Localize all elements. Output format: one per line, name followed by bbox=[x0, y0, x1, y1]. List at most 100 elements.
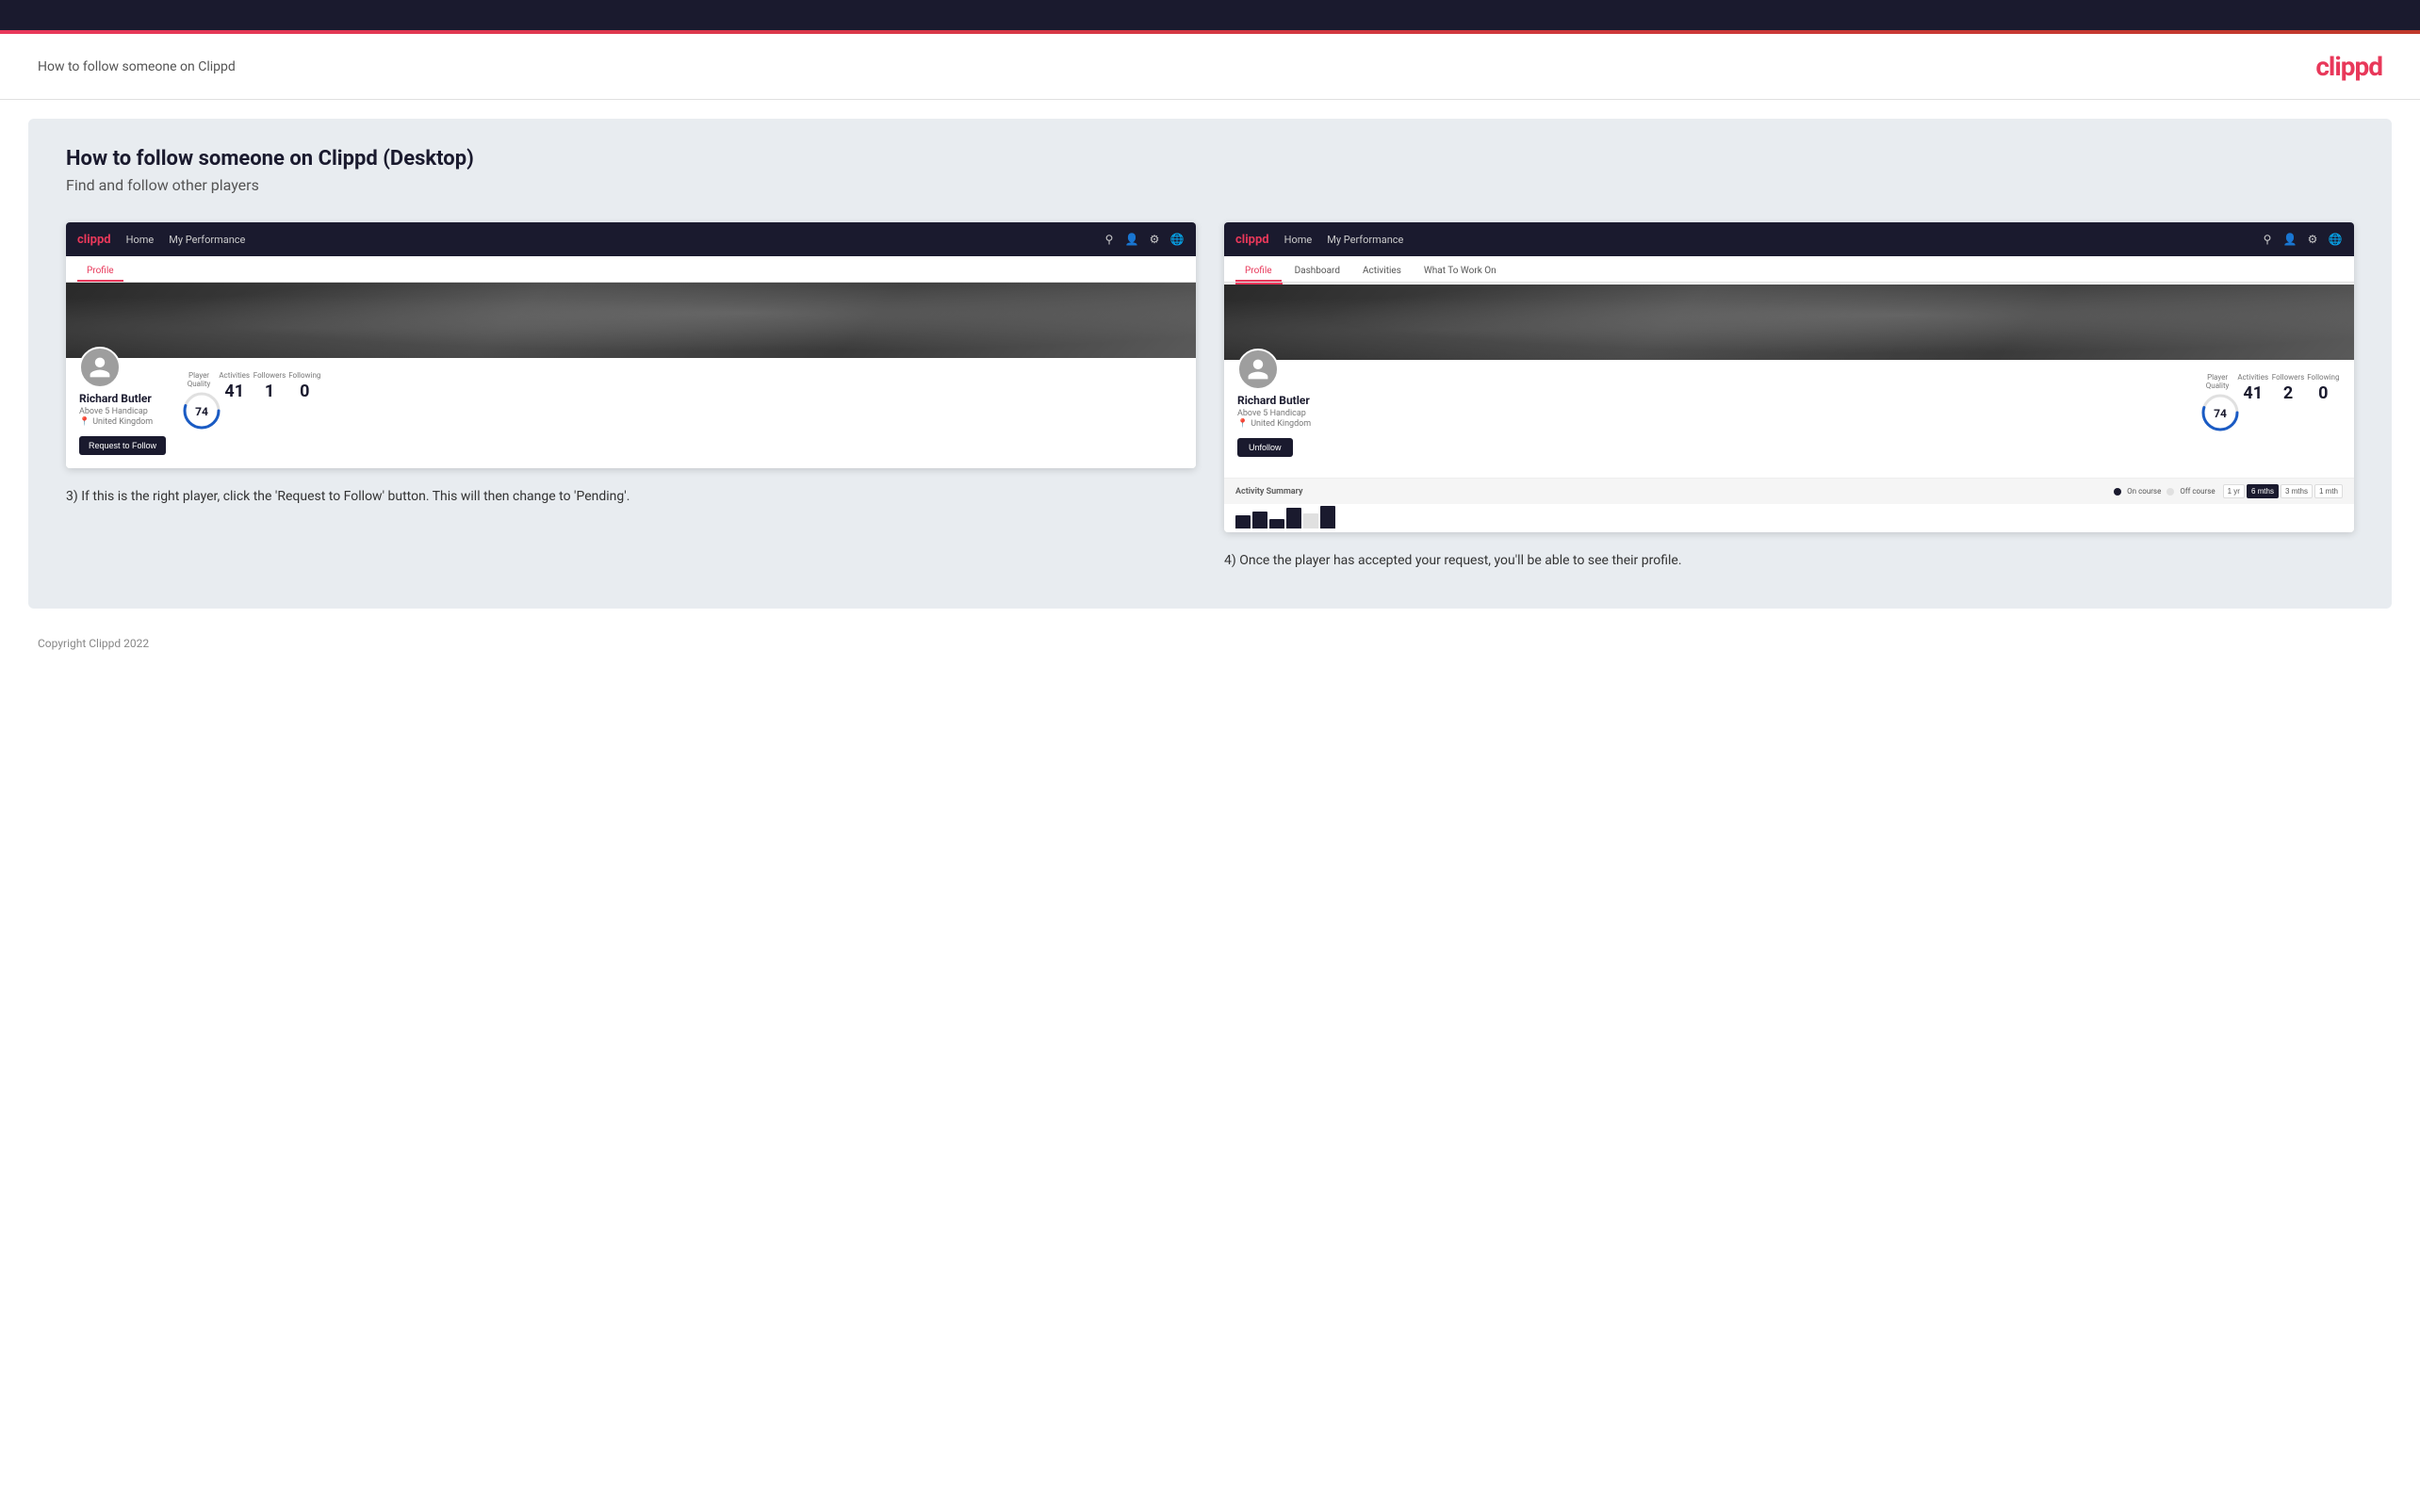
avatar-icon-2 bbox=[1246, 357, 1270, 382]
user-icon-2[interactable]: 👤 bbox=[2282, 232, 2297, 247]
tab-whattoworkon-2[interactable]: What To Work On bbox=[1414, 262, 1506, 282]
ss-activity-bar: Activity Summary On course Off course 1 … bbox=[1224, 478, 2354, 504]
ss-avatar-1 bbox=[79, 347, 121, 388]
ss-stat-followers-1: Followers 1 bbox=[252, 371, 286, 426]
page-subheading: Find and follow other players bbox=[66, 176, 2354, 194]
ss-profile-area-1: Richard Butler Above 5 Handicap 📍 United… bbox=[66, 358, 1196, 468]
period-6mths[interactable]: 6 mths bbox=[2247, 484, 2279, 498]
ss-hero-2 bbox=[1224, 285, 2354, 360]
ss-chart-preview bbox=[1224, 504, 2354, 532]
user-icon-1[interactable]: 👤 bbox=[1124, 232, 1139, 247]
ss-handicap-1: Above 5 Handicap bbox=[79, 407, 166, 416]
ss-following-label-1: Following bbox=[287, 371, 322, 380]
search-icon-1[interactable]: ⚲ bbox=[1102, 232, 1117, 247]
legend-on-course-label: On course bbox=[2127, 487, 2161, 496]
ss-activities-label-1: Activities bbox=[217, 371, 252, 380]
bar-2 bbox=[1252, 512, 1267, 528]
ss-tabbar-1: Profile bbox=[66, 256, 1196, 283]
period-3mths[interactable]: 3 mths bbox=[2281, 484, 2313, 498]
top-bar bbox=[0, 0, 2420, 30]
ss-nav-myperformance-1[interactable]: My Performance bbox=[169, 234, 245, 246]
main-content: How to follow someone on Clippd (Desktop… bbox=[28, 119, 2392, 609]
tab-dashboard-2[interactable]: Dashboard bbox=[1285, 262, 1349, 282]
avatar-icon-1 bbox=[88, 355, 112, 380]
ss-nav-myperformance-2[interactable]: My Performance bbox=[1327, 234, 1403, 246]
location-icon-2: 📍 bbox=[1237, 419, 1248, 429]
ss-nav-icons-1: ⚲ 👤 ⚙ 🌐 bbox=[1102, 232, 1185, 247]
ss-hero-overlay-1 bbox=[66, 283, 1196, 358]
ss-hero-1 bbox=[66, 283, 1196, 358]
description-1: 3) If this is the right player, click th… bbox=[66, 487, 1196, 507]
ss-navbar-2: clippd Home My Performance ⚲ 👤 ⚙ 🌐 bbox=[1224, 222, 2354, 256]
legend-on-course-dot bbox=[2114, 488, 2121, 496]
footer-copyright: Copyright Clippd 2022 bbox=[38, 637, 149, 650]
ss-hero-overlay-2 bbox=[1224, 285, 2354, 360]
globe-icon-2[interactable]: 🌐 bbox=[2328, 232, 2343, 247]
ss-avatar-2 bbox=[1237, 349, 1279, 390]
ss-nav-home-2[interactable]: Home bbox=[1284, 234, 1313, 246]
legend-off-course-label: Off course bbox=[2180, 487, 2215, 496]
settings-icon-2[interactable]: ⚙ bbox=[2305, 232, 2320, 247]
bar-4 bbox=[1286, 508, 1301, 528]
unfollow-button[interactable]: Unfollow bbox=[1237, 438, 1293, 457]
quality-circle-svg-1: 74 bbox=[181, 390, 222, 431]
ss-followers-label-2: Followers bbox=[2270, 373, 2305, 382]
tab-activities-2[interactable]: Activities bbox=[1353, 262, 1411, 282]
screenshot-block-1: clippd Home My Performance ⚲ 👤 ⚙ 🌐 Profi… bbox=[66, 222, 1196, 571]
ss-handicap-2: Above 5 Handicap bbox=[1237, 409, 2184, 418]
ss-quality-label-1: Player Quality bbox=[181, 371, 217, 388]
legend-off-course-dot bbox=[2167, 488, 2174, 496]
ss-quality-label-2: Player Quality bbox=[2199, 373, 2235, 390]
ss-logo-1: clippd bbox=[77, 233, 111, 247]
bar-5 bbox=[1303, 513, 1318, 528]
globe-icon-1[interactable]: 🌐 bbox=[1169, 232, 1185, 247]
bar-6 bbox=[1320, 506, 1335, 528]
page-heading: How to follow someone on Clippd (Desktop… bbox=[66, 147, 2354, 171]
ss-name-2: Richard Butler bbox=[1237, 394, 2184, 407]
search-icon-2[interactable]: ⚲ bbox=[2260, 232, 2275, 247]
tab-profile-2[interactable]: Profile bbox=[1235, 262, 1282, 282]
period-1mth[interactable]: 1 mth bbox=[2314, 484, 2343, 498]
ss-legend: On course Off course bbox=[2114, 487, 2215, 496]
ss-period-buttons: 1 yr 6 mths 3 mths 1 mth bbox=[2223, 484, 2343, 498]
ss-stats-row-2: Player Quality 74 Ac bbox=[2199, 373, 2341, 428]
ss-stat-quality-2: Player Quality 74 bbox=[2199, 373, 2235, 428]
ss-location-2: 📍 United Kingdom bbox=[1237, 419, 2184, 429]
svg-text:74: 74 bbox=[2214, 407, 2227, 420]
period-1yr[interactable]: 1 yr bbox=[2223, 484, 2245, 498]
bar-3 bbox=[1269, 519, 1284, 528]
settings-icon-1[interactable]: ⚙ bbox=[1147, 232, 1162, 247]
ss-followers-value-1: 1 bbox=[252, 382, 286, 401]
ss-stat-followers-2: Followers 2 bbox=[2270, 373, 2305, 428]
screenshots-row: clippd Home My Performance ⚲ 👤 ⚙ 🌐 Profi… bbox=[66, 222, 2354, 571]
bar-1 bbox=[1235, 515, 1251, 528]
ss-nav-home-1[interactable]: Home bbox=[126, 234, 155, 246]
screenshot-frame-2: clippd Home My Performance ⚲ 👤 ⚙ 🌐 Profi… bbox=[1224, 222, 2354, 532]
ss-activity-summary-label: Activity Summary bbox=[1235, 487, 1302, 496]
ss-location-1: 📍 United Kingdom bbox=[79, 417, 166, 427]
ss-activity-right: On course Off course 1 yr 6 mths 3 mths … bbox=[2114, 484, 2343, 498]
tab-profile-1[interactable]: Profile bbox=[77, 262, 123, 282]
ss-following-label-2: Following bbox=[2306, 373, 2341, 382]
profile-info-col-2: Richard Butler Above 5 Handicap 📍 United… bbox=[1237, 369, 2184, 464]
quality-circle-svg-2: 74 bbox=[2199, 392, 2241, 433]
ss-following-value-2: 0 bbox=[2306, 383, 2341, 403]
ss-logo-2: clippd bbox=[1235, 233, 1269, 247]
request-to-follow-button[interactable]: Request to Follow bbox=[79, 436, 166, 455]
ss-name-1: Richard Butler bbox=[79, 392, 166, 405]
svg-text:74: 74 bbox=[195, 405, 208, 418]
ss-followers-value-2: 2 bbox=[2270, 383, 2305, 403]
ss-activities-label-2: Activities bbox=[2235, 373, 2270, 382]
screenshot-frame-1: clippd Home My Performance ⚲ 👤 ⚙ 🌐 Profi… bbox=[66, 222, 1196, 468]
footer: Copyright Clippd 2022 bbox=[0, 627, 2420, 669]
ss-stat-quality-1: Player Quality 74 bbox=[181, 371, 217, 426]
header-title: How to follow someone on Clippd bbox=[38, 59, 236, 74]
ss-tabbar-2: Profile Dashboard Activities What To Wor… bbox=[1224, 256, 2354, 283]
ss-followers-label-1: Followers bbox=[252, 371, 286, 380]
ss-following-value-1: 0 bbox=[287, 382, 322, 401]
location-icon-1: 📍 bbox=[79, 417, 90, 427]
screenshot-block-2: clippd Home My Performance ⚲ 👤 ⚙ 🌐 Profi… bbox=[1224, 222, 2354, 571]
header: How to follow someone on Clippd clippd bbox=[0, 34, 2420, 100]
logo: clippd bbox=[2315, 51, 2382, 82]
description-2: 4) Once the player has accepted your req… bbox=[1224, 551, 2354, 571]
